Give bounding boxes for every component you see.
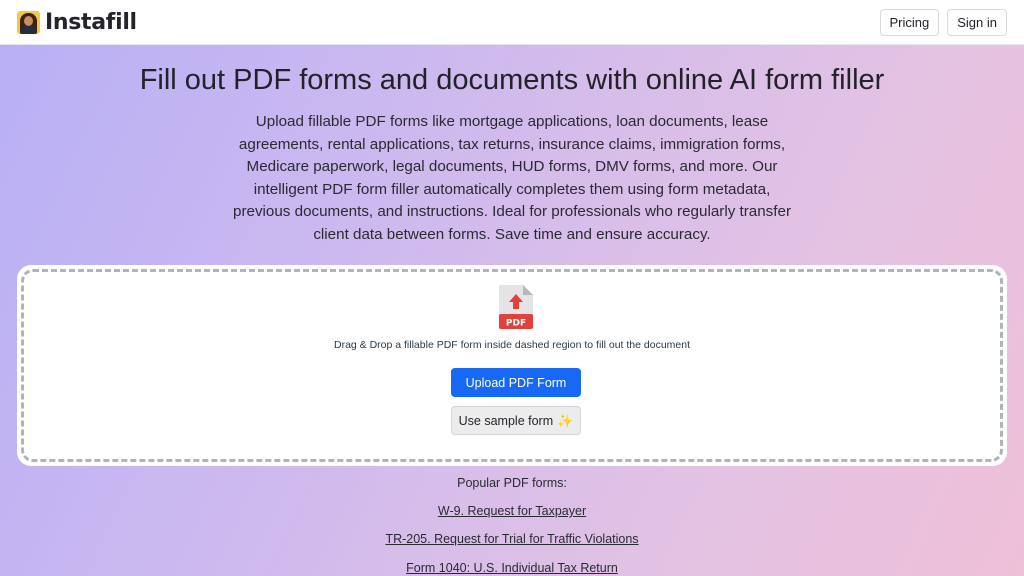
- pricing-button[interactable]: Pricing: [879, 8, 940, 36]
- form-link-1040[interactable]: Form 1040: U.S. Individual Tax Return: [406, 561, 618, 575]
- page-title: Fill out PDF forms and documents with on…: [139, 64, 885, 96]
- brand-logo-icon: [17, 10, 40, 34]
- top-navbar: Instafill Pricing Sign in: [0, 0, 1024, 45]
- upload-pdf-button[interactable]: Upload PDF Form: [451, 368, 581, 397]
- sparkles-icon: ✨: [557, 412, 574, 428]
- hero-section: Fill out PDF forms and documents with on…: [0, 45, 1024, 576]
- popular-forms-title: Popular PDF forms:: [457, 476, 567, 490]
- brand-name: Instafill: [45, 9, 137, 35]
- form-link-tr205[interactable]: TR-205. Request for Trial for Traffic Vi…: [385, 532, 638, 546]
- hero-description: Upload fillable PDF forms like mortgage …: [233, 113, 791, 243]
- brand[interactable]: Instafill: [17, 10, 137, 35]
- form-link-w9[interactable]: W-9. Request for Taxpayer: [438, 504, 586, 518]
- pdf-icon-label: PDF: [506, 319, 526, 329]
- popular-form-item: W-9. Request for Taxpayer: [0, 504, 1024, 518]
- drop-instruction: Drag & Drop a fillable PDF form inside d…: [333, 339, 690, 351]
- popular-form-item: Form 1040: U.S. Individual Tax Return: [0, 561, 1024, 575]
- sample-button-label: Use sample form: [458, 413, 554, 428]
- upload-dropzone[interactable]: PDF Drag & Drop a fillable PDF form insi…: [17, 265, 1007, 466]
- use-sample-form-button[interactable]: Use sample form ✨: [451, 406, 581, 435]
- pdf-upload-icon: PDF: [499, 285, 533, 329]
- sign-in-button[interactable]: Sign in: [947, 8, 1007, 36]
- dashed-drop-region[interactable]: PDF Drag & Drop a fillable PDF form insi…: [21, 269, 1003, 462]
- popular-form-item: TR-205. Request for Trial for Traffic Vi…: [0, 532, 1024, 546]
- nav-buttons: Pricing Sign in: [879, 8, 1007, 36]
